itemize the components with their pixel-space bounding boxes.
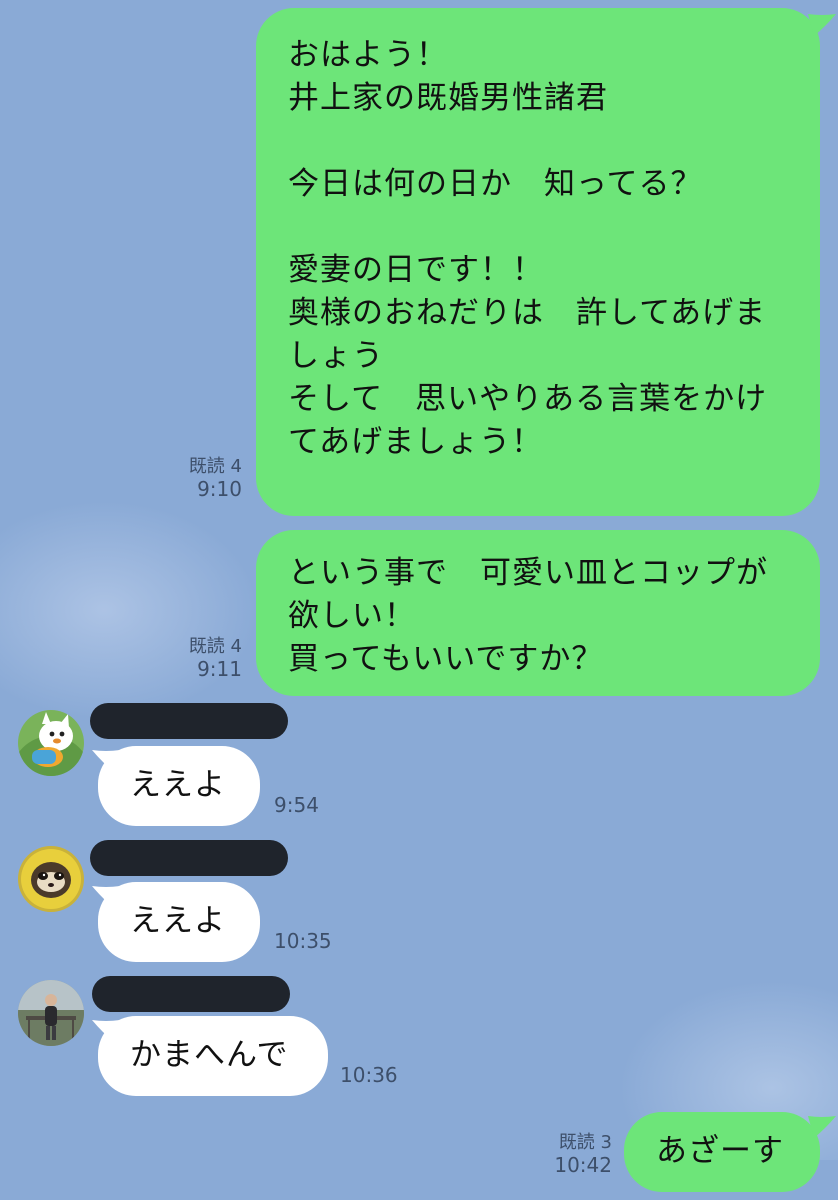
read-receipt: 既読 3 (558, 1132, 612, 1153)
bubble-tail (808, 1116, 836, 1138)
read-receipt: 既読 4 (188, 456, 242, 477)
green-character-avatar-icon (18, 710, 84, 776)
outgoing-message-bubble[interactable]: おはよう！ 井上家の既婚男性諸君 今日は何の日か 知ってる？ 愛妻の日です！！ … (256, 8, 820, 516)
incoming-message-bubble[interactable]: ええよ (98, 882, 260, 962)
sender-avatar[interactable] (18, 980, 84, 1046)
sender-name-redacted (92, 976, 290, 1012)
ferret-avatar-icon (18, 846, 84, 912)
person-photo-avatar-icon (18, 980, 84, 1046)
outgoing-message-bubble[interactable]: あざーす (624, 1112, 820, 1192)
sender-avatar[interactable] (18, 846, 84, 912)
sender-name-redacted (90, 840, 288, 876)
message-time: 9:54 (274, 793, 319, 817)
message-time: 10:36 (340, 1063, 398, 1087)
sender-name-redacted (90, 703, 288, 739)
sender-avatar[interactable] (18, 710, 84, 776)
message-meta: 既読 4 9:11 (150, 636, 242, 680)
incoming-message-bubble[interactable]: かまへんで (98, 1016, 328, 1096)
bubble-tail (808, 14, 836, 36)
read-receipt: 既読 4 (188, 636, 242, 657)
message-time: 10:42 (554, 1153, 612, 1177)
message-time: 10:35 (274, 929, 332, 953)
message-meta: 既読 4 9:10 (150, 456, 242, 500)
message-time: 9:11 (197, 657, 242, 681)
message-time: 9:10 (197, 477, 242, 501)
outgoing-message-bubble[interactable]: という事で 可愛い皿とコップが 欲しい！ 買ってもいいですか？ (256, 530, 820, 696)
message-meta: 既読 3 10:42 (520, 1132, 612, 1176)
incoming-message-bubble[interactable]: ええよ (98, 746, 260, 826)
background-cloud (0, 500, 260, 720)
